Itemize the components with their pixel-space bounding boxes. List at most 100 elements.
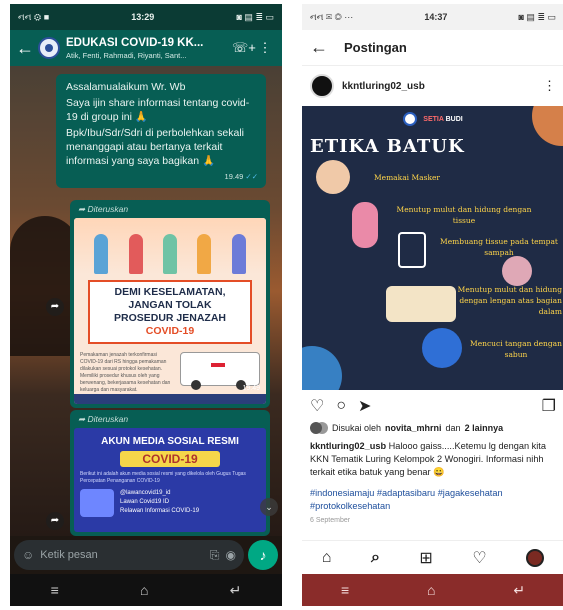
cough-person-icon [386, 286, 456, 322]
message-input[interactable]: ☺ Ketik pesan ⎘ ◉ [14, 540, 244, 570]
poster-body-text: Pemakaman jenazah terkonfirmasi COVID-19… [80, 352, 171, 393]
status-time: 13:29 [131, 12, 155, 22]
poster-footer [74, 394, 266, 404]
image-time: 19.49 [242, 385, 260, 392]
home-icon[interactable]: ⌂ [322, 549, 332, 567]
university-logo-icon [403, 112, 418, 126]
post-brand: SETIA BUDI [423, 115, 463, 123]
etiquette-item: Mencuci tangan dengan sabun [470, 339, 562, 359]
account-item: Lawan Covid19 ID [120, 499, 170, 505]
likes-row[interactable]: Disukai oleh novita_mhrni dan 2 lainnya [302, 422, 563, 434]
back-arrow-icon[interactable]: ← [16, 38, 34, 59]
android-nav-bar: ≡ ⌂ ↵ [302, 574, 563, 606]
chat-title-area[interactable]: EDUKASI COVID-19 KK... Atik, Fenti, Rahm… [66, 37, 232, 60]
status-right-icons: ◙ ▤ ≣ ▭ [518, 11, 557, 22]
recent-apps-icon[interactable]: ≡ [341, 582, 349, 598]
status-time: 14:37 [424, 12, 448, 22]
poster-desc: Berikut ini adalah akun media sosial res… [80, 471, 246, 484]
chat-header: ← EDUKASI COVID-19 KK... Atik, Fenti, Ra… [10, 30, 282, 66]
scroll-down-icon[interactable]: ⌄ [260, 498, 278, 516]
mask-person-icon [316, 160, 350, 194]
group-title: EDUKASI COVID-19 KK... [66, 36, 204, 49]
message-bubble[interactable]: Assalamualaikum Wr. Wb Saya ijin share i… [56, 74, 266, 188]
etiquette-item: Menutup mulut dan hidung dengan tissue [396, 205, 532, 225]
message-line: Bpk/Ibu/Sdr/Sdri di perbolehkan sekali m… [66, 127, 245, 167]
message-line: Assalamualaikum Wr. Wb [66, 81, 186, 93]
likes-others[interactable]: 2 lainnya [465, 423, 504, 433]
group-avatar[interactable] [38, 37, 60, 59]
liker-avatars [310, 422, 322, 434]
tissue-person-icon [352, 202, 378, 248]
whatsapp-screen: નન ⚙ ■ 13:29 ◙ ▤ ≣ ▭ ← EDUKASI COVID-19 … [10, 4, 282, 606]
search-icon[interactable]: ⌕ [371, 549, 380, 567]
message-input-bar: ☺ Ketik pesan ⎘ ◉ ♪ [10, 536, 282, 574]
account-list: @lawancovid19_id Lawan Covid19 ID Relawa… [120, 489, 260, 517]
instagram-bottom-nav: ⌂ ⌕ ⊞ ♡ [302, 540, 563, 574]
more-menu-icon[interactable]: ⋮ [254, 40, 276, 56]
forwarded-label: ➦ Diteruskan [78, 414, 129, 424]
forwarded-image-message[interactable]: ➦ Diteruskan AKUN MEDIA SOSIAL RESMI COV… [70, 410, 270, 536]
profile-avatar[interactable] [526, 548, 545, 567]
banner-line: PROSEDUR JENAZAH [113, 312, 226, 324]
likes-prefix: Disukai oleh [332, 423, 382, 433]
status-bar: નન ✉ ◎ ··· 14:37 ◙ ▤ ≣ ▭ [302, 4, 563, 30]
back-arrow-icon[interactable]: ← [310, 37, 328, 58]
banner-line: DEMI KESELAMATAN, [114, 286, 226, 298]
group-members: Atik, Fenti, Rahmadi, Riyanti, Sant... [66, 50, 187, 60]
share-icon[interactable]: ➦ [46, 512, 64, 530]
poster-accounts: @lawancovid19_id Lawan Covid19 ID Relawa… [80, 489, 260, 517]
back-icon[interactable]: ↵ [513, 582, 525, 599]
account-item: @lawancovid19_id [120, 490, 171, 496]
status-right-icons: ◙ ▤ ≣ ▭ [236, 11, 275, 22]
emoji-icon[interactable]: ☺ [22, 548, 34, 562]
etiquette-item: Membuang tissue pada tempat sampah [440, 237, 558, 257]
add-call-icon[interactable]: ☏+ [232, 40, 256, 56]
post-brand-row: SETIA BUDI [302, 106, 563, 132]
share-icon[interactable]: ➦ [46, 298, 64, 316]
post-header: ← Postingan [302, 30, 563, 66]
post-hashtags[interactable]: #indonesiamaju #adaptasibaru #jagakeseha… [302, 479, 563, 513]
message-placeholder: Ketik pesan [40, 549, 98, 561]
read-ticks-icon: ✓✓ [245, 172, 258, 181]
message-line: Saya ijin share informasi tentang covid-… [66, 97, 250, 123]
status-bar: નન ⚙ ■ 13:29 ◙ ▤ ≣ ▭ [10, 4, 282, 30]
home-icon[interactable]: ⌂ [427, 582, 435, 598]
more-options-icon[interactable]: ⋮ [543, 78, 556, 94]
decor-blob [302, 346, 342, 390]
jenazah-poster-image[interactable]: DEMI KESELAMATAN, JANGAN TOLAK PROSEDUR … [74, 218, 266, 404]
post-username[interactable]: kkntluring02_usb [342, 81, 535, 92]
home-icon[interactable]: ⌂ [140, 582, 148, 598]
etiquette-item: Memakai Masker [373, 173, 441, 182]
avatar[interactable] [310, 74, 334, 98]
etiquette-item: Menutup mulut dan hidung dengan lengan a… [457, 285, 562, 316]
save-icon[interactable]: ❐ [542, 396, 556, 416]
mic-icon[interactable]: ♪ [248, 540, 278, 570]
message-meta: 19.49 ✓✓ [66, 170, 258, 184]
attach-icon[interactable]: ⎘ [210, 548, 220, 563]
page-title: Postingan [344, 40, 407, 55]
share-icon[interactable]: ➤ [358, 396, 371, 416]
banner-line: COVID-19 [145, 325, 195, 337]
forwarded-image-message[interactable]: ➦ Diteruskan DEMI KESELAMATAN, JANGAN TO… [70, 200, 270, 408]
post-actions: ♡ ○ ➤ ❐ [302, 390, 563, 422]
likes-user[interactable]: novita_mhrni [385, 423, 442, 433]
comment-icon[interactable]: ○ [336, 397, 346, 415]
activity-heart-icon[interactable]: ♡ [472, 548, 486, 568]
poster-bottom: Pemakaman jenazah terkonfirmasi COVID-19… [74, 350, 266, 396]
back-icon[interactable]: ↵ [230, 582, 242, 599]
recent-apps-icon[interactable]: ≡ [51, 582, 59, 598]
account-item: Relawan Informasi COVID-19 [120, 508, 200, 514]
status-left-icons: નન ⚙ ■ [18, 11, 50, 22]
caption-user[interactable]: kkntluring02_usb [310, 441, 386, 451]
trash-bin-icon [398, 232, 426, 268]
chat-area[interactable]: Assalamualaikum Wr. Wb Saya ijin share i… [10, 66, 282, 536]
post-caption: kkntluring02_usb Halooo gaiss.....Ketemu… [302, 434, 563, 479]
post-image[interactable]: SETIA BUDI ETIKA BATUK Memakai Masker Me… [302, 106, 563, 390]
poster-tag: COVID-19 [120, 451, 220, 467]
camera-icon[interactable]: ◉ [226, 548, 236, 562]
social-media-poster-image[interactable]: AKUN MEDIA SOSIAL RESMI COVID-19 Berikut… [74, 428, 266, 532]
decor-blob [532, 106, 563, 146]
add-post-icon[interactable]: ⊞ [419, 548, 432, 568]
like-icon[interactable]: ♡ [310, 396, 324, 416]
likes-mid: dan [445, 423, 461, 433]
